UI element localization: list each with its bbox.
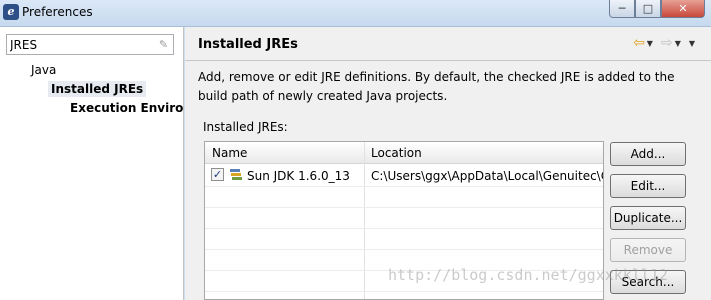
filter-input[interactable] bbox=[7, 35, 147, 54]
remove-button[interactable]: Remove bbox=[610, 238, 686, 262]
edit-button[interactable]: Edit... bbox=[610, 174, 686, 198]
preferences-tree-pane: ✎ Java Installed JREs Execution Enviro bbox=[0, 27, 184, 300]
page-title: Installed JREs bbox=[198, 37, 298, 52]
add-button[interactable]: Add... bbox=[610, 142, 686, 166]
row-gridline bbox=[205, 291, 603, 292]
forward-arrow-icon[interactable]: ⇨ bbox=[661, 36, 673, 50]
table-header: Name Location bbox=[205, 142, 603, 164]
row-gridline bbox=[205, 249, 603, 250]
column-header-name[interactable]: Name bbox=[212, 146, 247, 160]
installed-jres-label: Installed JREs: bbox=[203, 120, 288, 134]
forward-dropdown-icon[interactable]: ▼ bbox=[675, 39, 681, 48]
view-menu-icon[interactable]: ▼ bbox=[689, 39, 695, 48]
watermark-text: http://blog.csdn.net/ggxxkkll12 bbox=[388, 266, 668, 284]
minimize-button[interactable]: ─ bbox=[609, 0, 635, 18]
duplicate-button[interactable]: Duplicate... bbox=[610, 206, 686, 230]
tree-item-java[interactable]: Java bbox=[31, 63, 56, 77]
window-title: Preferences bbox=[22, 5, 93, 19]
clear-filter-icon[interactable]: ✎ bbox=[157, 38, 170, 51]
maximize-button[interactable]: □ bbox=[635, 0, 661, 18]
eclipse-icon: e bbox=[3, 4, 19, 20]
row-gridline bbox=[205, 228, 603, 229]
preference-page: Installed JREs ⇦ ▼ ⇨ ▼ ▼ Add, remove or … bbox=[185, 27, 711, 300]
tree-item-execution-environments[interactable]: Execution Enviro bbox=[70, 101, 183, 115]
row-gridline bbox=[205, 207, 603, 208]
close-button[interactable]: ✕ bbox=[661, 0, 705, 18]
window-controls: ─ □ ✕ bbox=[609, 0, 705, 18]
jre-checkbox[interactable]: ✓ bbox=[211, 168, 224, 181]
filter-field: ✎ bbox=[6, 34, 174, 55]
jre-library-icon bbox=[230, 169, 242, 180]
tree-item-installed-jres[interactable]: Installed JREs bbox=[48, 81, 147, 97]
title-bar: e Preferences ─ □ ✕ bbox=[0, 0, 711, 27]
column-header-location[interactable]: Location bbox=[371, 146, 422, 160]
page-description: Add, remove or edit JRE definitions. By … bbox=[198, 70, 675, 103]
page-header: Installed JREs ⇦ ▼ ⇨ ▼ ▼ bbox=[185, 27, 711, 61]
back-dropdown-icon[interactable]: ▼ bbox=[647, 39, 653, 48]
row-gridline bbox=[205, 186, 603, 187]
table-row[interactable]: ✓ Sun JDK 1.6.0_13 C:\Users\ggx\AppData\… bbox=[205, 165, 603, 186]
history-navigation: ⇦ ▼ ⇨ ▼ ▼ bbox=[633, 36, 701, 50]
jre-name-cell: Sun JDK 1.6.0_13 bbox=[247, 169, 350, 183]
jre-location-cell: C:\Users\ggx\AppData\Local\Genuitec\Comm… bbox=[371, 169, 603, 183]
back-arrow-icon[interactable]: ⇦ bbox=[633, 36, 645, 50]
